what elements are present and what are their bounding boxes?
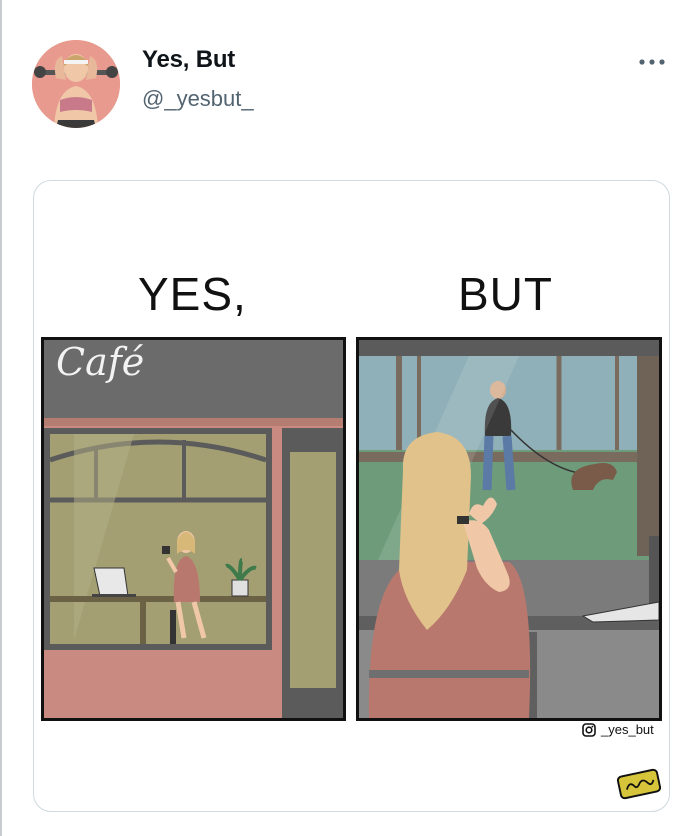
user-handle[interactable]: @_yesbut_ <box>142 86 254 112</box>
right-panel-title: BUT <box>458 268 553 320</box>
display-name[interactable]: Yes, But <box>142 46 235 74</box>
instagram-icon <box>582 722 596 737</box>
artist-signature-logo <box>616 768 662 800</box>
instagram-credit[interactable]: _yes_but <box>582 722 654 737</box>
more-options-button[interactable] <box>634 50 670 74</box>
left-divider <box>0 0 2 836</box>
left-panel-title: YES, <box>138 268 247 320</box>
post-media-card[interactable]: YES, BUT Café _yes_but <box>33 180 670 812</box>
more-horizontal-icon <box>639 59 665 65</box>
right-comic-panel <box>356 337 662 721</box>
avatar[interactable] <box>32 40 120 128</box>
credit-handle: _yes_but <box>601 722 654 737</box>
cafe-sign: Café <box>56 340 145 384</box>
left-comic-panel: Café <box>41 337 346 721</box>
